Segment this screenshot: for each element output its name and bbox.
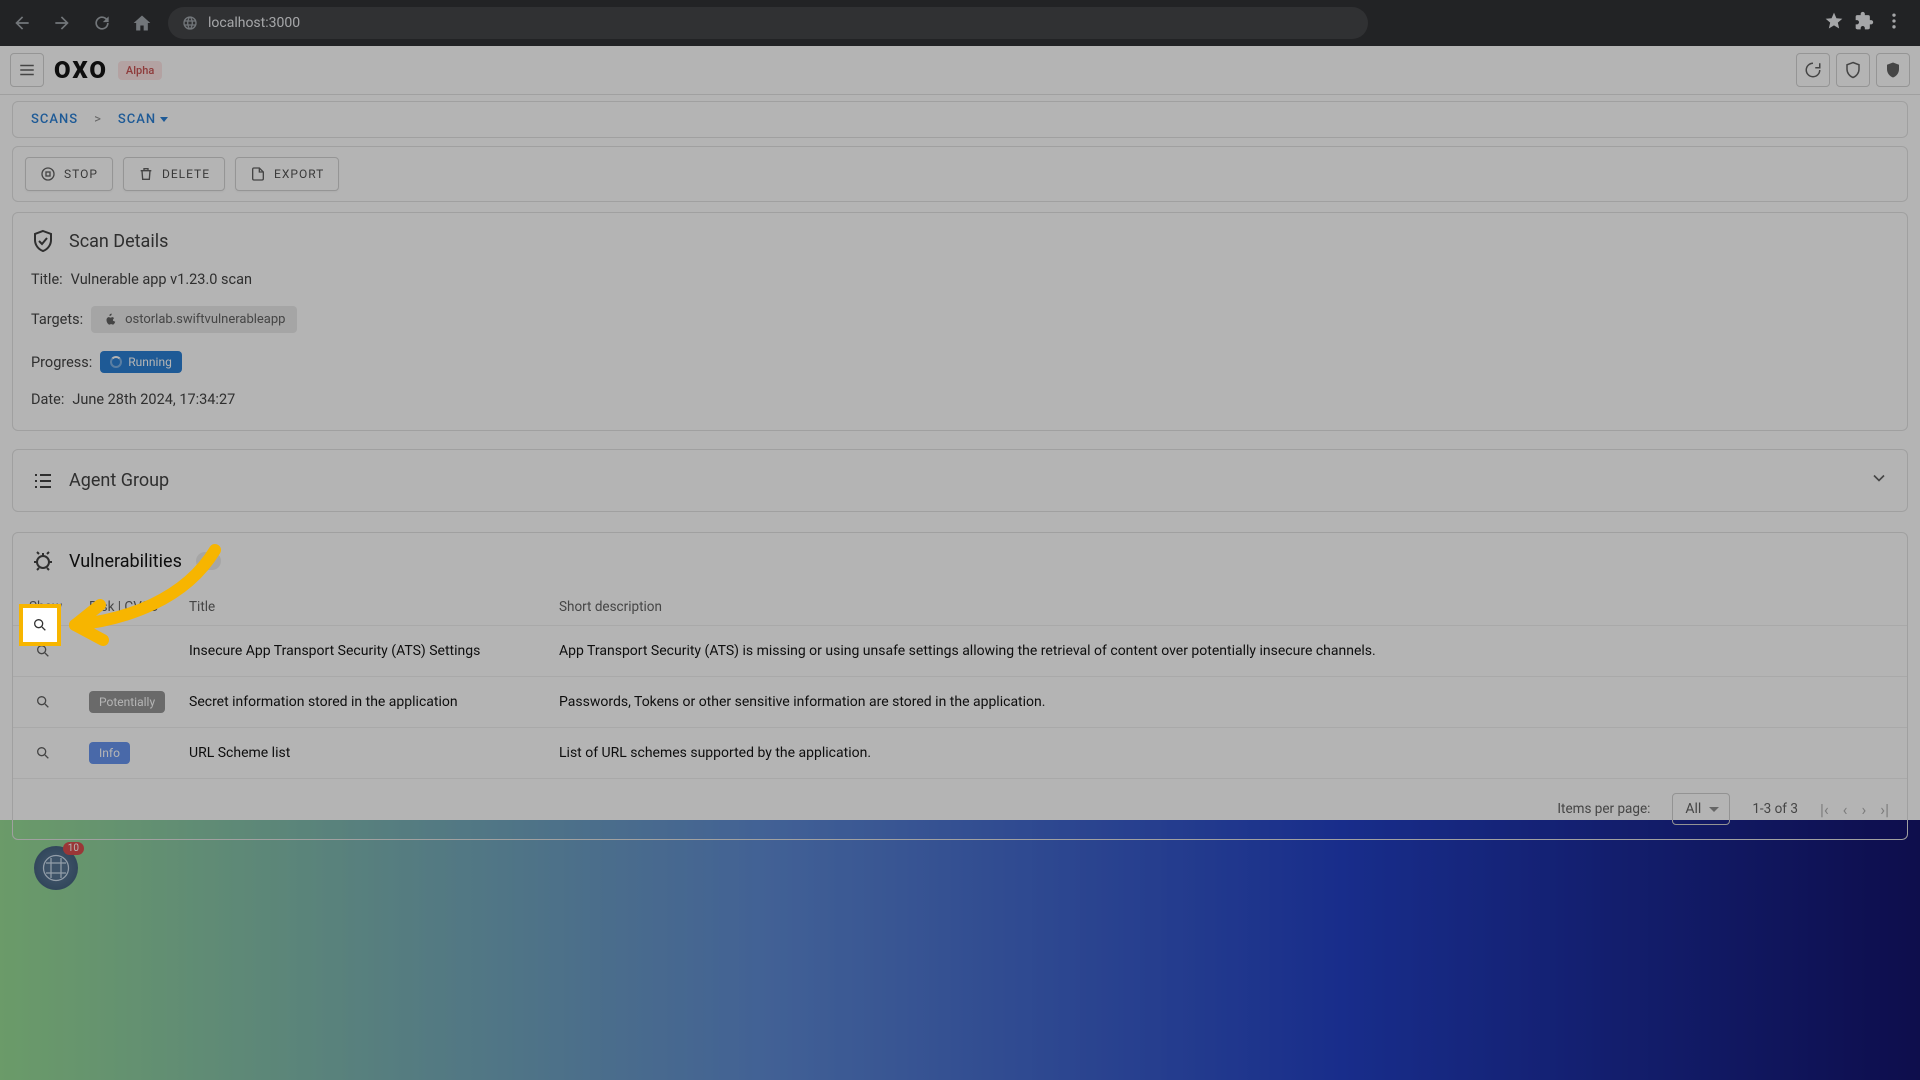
vulnerabilities-heading: Vulnerabilities bbox=[69, 551, 182, 572]
list-icon bbox=[31, 469, 55, 493]
vuln-title: URL Scheme list bbox=[189, 745, 559, 761]
agent-group-panel: Agent Group bbox=[12, 449, 1908, 512]
address-bar[interactable]: localhost:3000 bbox=[168, 7, 1368, 39]
delete-label: DELETE bbox=[162, 167, 210, 181]
first-page[interactable]: |‹ bbox=[1820, 800, 1829, 819]
back-button[interactable] bbox=[8, 9, 36, 37]
assistant-icon bbox=[41, 853, 71, 883]
breadcrumb-scan-dropdown[interactable]: SCAN bbox=[118, 112, 168, 127]
col-risk: Risk | CVSS bbox=[89, 599, 189, 615]
shield-check-icon bbox=[31, 229, 55, 253]
vuln-description: Passwords, Tokens or other sensitive inf… bbox=[559, 694, 1891, 710]
export-label: EXPORT bbox=[274, 167, 324, 181]
progress-value: Running bbox=[128, 355, 172, 369]
refresh-scan-button[interactable] bbox=[1796, 53, 1830, 87]
extensions-icon[interactable] bbox=[1854, 11, 1874, 35]
forward-button[interactable] bbox=[48, 9, 76, 37]
menu-toggle[interactable] bbox=[10, 53, 44, 87]
col-desc: Short description bbox=[559, 599, 1891, 615]
target-value: ostorlab.swiftvulnerableapp bbox=[125, 312, 285, 327]
show-vuln-button[interactable] bbox=[29, 688, 57, 716]
globe-icon bbox=[182, 15, 198, 31]
title-value: Vulnerable app v1.23.0 scan bbox=[71, 271, 252, 288]
table-row[interactable]: Info URL Scheme listList of URL schemes s… bbox=[13, 728, 1907, 779]
vulnerabilities-panel: Vulnerabilities 3 Show Risk | CVSS Title… bbox=[12, 532, 1908, 840]
progress-label: Progress: bbox=[31, 354, 92, 371]
alpha-badge: Alpha bbox=[118, 61, 162, 80]
items-per-page-label: Items per page: bbox=[1557, 801, 1650, 817]
app-header: OXO Alpha bbox=[0, 46, 1920, 95]
notification-count: 10 bbox=[63, 842, 84, 855]
vuln-title: Secret information stored in the applica… bbox=[189, 694, 559, 710]
export-icon bbox=[250, 166, 266, 182]
risk-badge: Info bbox=[89, 742, 130, 764]
risk-badge: Potentially bbox=[89, 691, 165, 713]
stop-button[interactable]: STOP bbox=[25, 157, 113, 191]
reload-button[interactable] bbox=[88, 9, 116, 37]
show-vuln-button[interactable] bbox=[29, 739, 57, 767]
vuln-table-header: Show Risk | CVSS Title Short description bbox=[13, 589, 1907, 626]
hamburger-icon bbox=[18, 61, 36, 79]
stop-icon bbox=[40, 166, 56, 182]
title-label: Title: bbox=[31, 271, 63, 288]
col-title: Title bbox=[189, 599, 559, 615]
target-chip[interactable]: ostorlab.swiftvulnerableapp bbox=[91, 306, 297, 333]
date-value: June 28th 2024, 17:34:27 bbox=[72, 391, 235, 408]
export-button[interactable]: EXPORT bbox=[235, 157, 339, 191]
vuln-description: List of URL schemes supported by the app… bbox=[559, 745, 1891, 761]
breadcrumb: SCANS > SCAN bbox=[12, 101, 1908, 138]
menu-icon[interactable] bbox=[1884, 11, 1904, 35]
col-show: Show bbox=[29, 599, 89, 615]
date-label: Date: bbox=[31, 391, 64, 408]
vuln-count-badge: 3 bbox=[196, 552, 221, 570]
prev-page[interactable]: ‹ bbox=[1843, 800, 1848, 819]
last-page[interactable]: ›| bbox=[1880, 800, 1889, 819]
table-row[interactable]: Potentially Secret information stored in … bbox=[13, 677, 1907, 728]
action-bar: STOP DELETE EXPORT bbox=[12, 146, 1908, 202]
browser-toolbar: localhost:3000 bbox=[0, 0, 1920, 46]
progress-chip: Running bbox=[100, 351, 182, 373]
bug-icon bbox=[31, 549, 55, 573]
shield-outline-button[interactable] bbox=[1836, 53, 1870, 87]
breadcrumb-separator: > bbox=[94, 112, 102, 127]
table-row[interactable]: Insecure App Transport Security (ATS) Se… bbox=[13, 626, 1907, 677]
vuln-description: App Transport Security (ATS) is missing … bbox=[559, 643, 1891, 659]
pagination: Items per page: All 1-3 of 3 |‹ ‹ › ›| bbox=[13, 779, 1907, 839]
targets-label: Targets: bbox=[31, 311, 83, 328]
floating-assistant-badge[interactable]: 10 bbox=[34, 846, 78, 890]
breadcrumb-scans[interactable]: SCANS bbox=[31, 112, 78, 127]
apple-icon bbox=[103, 313, 117, 327]
next-page[interactable]: › bbox=[1861, 800, 1866, 819]
pagination-range: 1-3 of 3 bbox=[1752, 801, 1798, 817]
trash-icon bbox=[138, 166, 154, 182]
scan-details-panel: Scan Details Title: Vulnerable app v1.23.… bbox=[12, 212, 1908, 431]
vuln-title: Insecure App Transport Security (ATS) Se… bbox=[189, 643, 559, 659]
spinner-icon bbox=[110, 356, 122, 368]
desktop-wallpaper bbox=[0, 820, 1920, 1080]
chevron-down-icon bbox=[1869, 468, 1889, 488]
url-text: localhost:3000 bbox=[208, 15, 300, 31]
home-button[interactable] bbox=[128, 9, 156, 37]
stop-label: STOP bbox=[64, 167, 98, 181]
agent-group-heading: Agent Group bbox=[69, 470, 169, 491]
show-vuln-button[interactable] bbox=[29, 637, 57, 665]
expand-agent-group[interactable] bbox=[1869, 468, 1889, 493]
shield-filled-button[interactable] bbox=[1876, 53, 1910, 87]
app-logo: OXO bbox=[54, 56, 108, 84]
star-icon[interactable] bbox=[1824, 11, 1844, 35]
delete-button[interactable]: DELETE bbox=[123, 157, 225, 191]
items-per-page-select[interactable]: All bbox=[1672, 793, 1730, 825]
scan-details-heading: Scan Details bbox=[31, 229, 1889, 253]
